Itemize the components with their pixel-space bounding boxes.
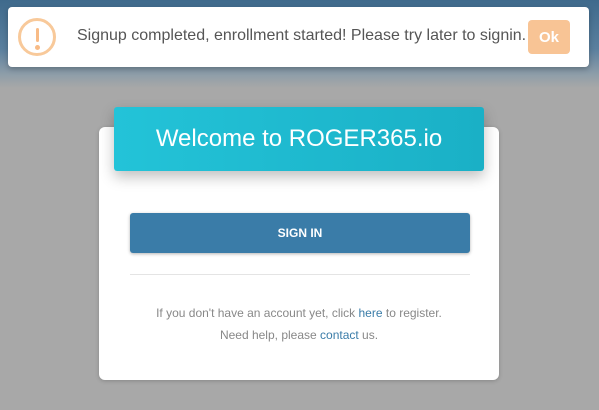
page-title: Welcome to ROGER365.io [155, 125, 443, 152]
ok-button[interactable]: Ok [528, 20, 570, 54]
alert-message: Signup completed, enrollment started! Pl… [77, 27, 527, 44]
exclamation-icon [18, 18, 56, 56]
register-prefix: If you don't have an account yet, click [156, 306, 359, 320]
card-header: Welcome to ROGER365.io [114, 107, 484, 171]
alert-dialog: Signup completed, enrollment started! Pl… [8, 7, 589, 67]
help-text: Need help, please contact us. [99, 328, 499, 342]
help-suffix: us. [358, 328, 379, 342]
register-text: If you don't have an account yet, click … [99, 306, 499, 320]
sign-in-button[interactable]: SIGN IN [130, 213, 470, 253]
contact-link[interactable]: contact [320, 328, 359, 342]
register-suffix: to register. [382, 306, 442, 320]
divider [130, 274, 470, 275]
register-link[interactable]: here [359, 306, 383, 320]
help-prefix: Need help, please [219, 328, 321, 342]
